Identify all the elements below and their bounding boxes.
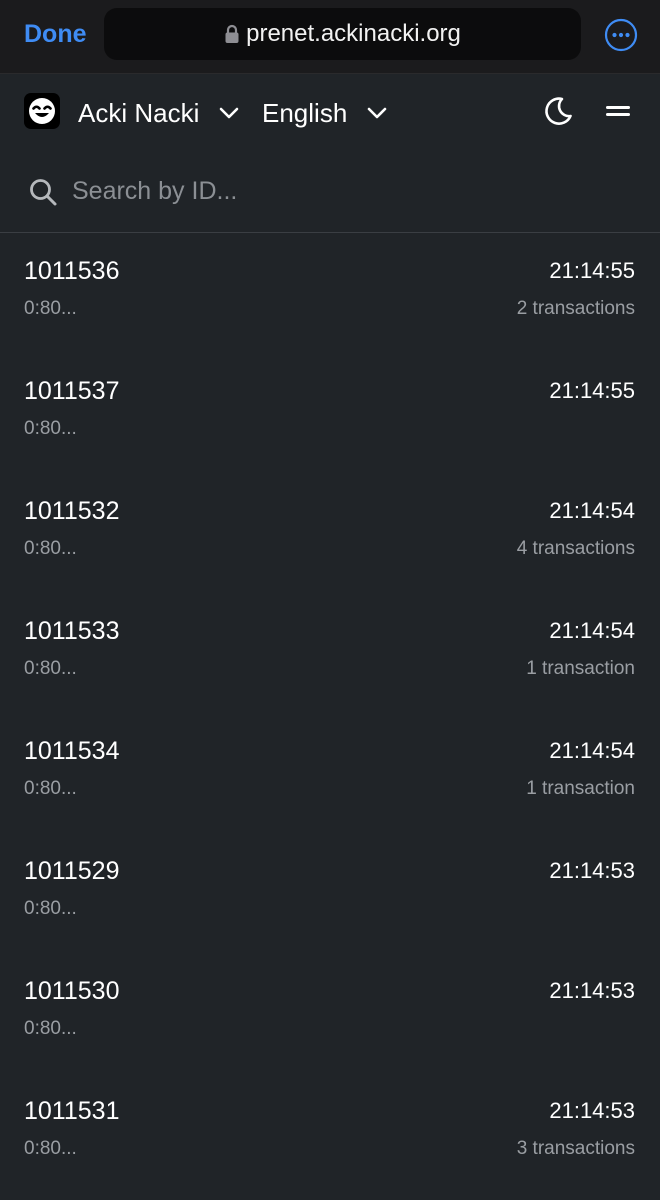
chevron-down-icon <box>367 107 387 119</box>
block-id: 1011531 <box>24 1097 120 1125</box>
more-options-icon[interactable] <box>604 18 638 52</box>
block-hash: 0:80... <box>24 778 77 799</box>
list-item[interactable]: 1011533 21:14:54 0:80... 1 transaction <box>0 594 660 714</box>
block-hash: 0:80... <box>24 538 77 559</box>
address-bar[interactable]: prenet.ackinacki.org <box>104 8 581 60</box>
block-time: 21:14:55 <box>549 378 635 403</box>
block-time: 21:14:54 <box>549 738 635 763</box>
block-list: 1011536 21:14:55 0:80... 2 transactions … <box>0 234 660 1194</box>
site-header: Acki Nacki English <box>0 75 660 149</box>
transaction-count: 2 transactions <box>516 298 635 319</box>
block-hash: 0:80... <box>24 658 77 679</box>
network-label: Acki Nacki <box>78 97 200 128</box>
block-time: 21:14:53 <box>549 978 635 1003</box>
list-item[interactable]: 1011534 21:14:54 0:80... 1 transaction <box>0 714 660 834</box>
block-id: 1011533 <box>24 617 120 645</box>
block-hash: 0:80... <box>24 1018 77 1039</box>
transaction-count: 1 transaction <box>526 778 635 799</box>
block-id: 1011530 <box>24 977 120 1005</box>
block-id: 1011534 <box>24 737 120 765</box>
network-selector[interactable]: Acki Nacki <box>78 95 239 131</box>
block-id: 1011532 <box>24 497 120 525</box>
url-text: prenet.ackinacki.org <box>246 20 461 47</box>
language-label: English <box>262 97 348 128</box>
block-time: 21:14:53 <box>549 1098 635 1123</box>
list-item[interactable]: 1011531 21:14:53 0:80... 3 transactions <box>0 1074 660 1194</box>
language-selector[interactable]: English <box>262 95 387 131</box>
block-id: 1011537 <box>24 377 120 405</box>
transaction-count: 4 transactions <box>516 538 635 559</box>
search-bar <box>0 150 660 233</box>
search-input[interactable] <box>72 168 632 214</box>
smiley-face-icon[interactable] <box>24 93 60 129</box>
transaction-count: 3 transactions <box>516 1138 635 1159</box>
block-time: 21:14:54 <box>549 618 635 643</box>
block-time: 21:14:55 <box>549 258 635 283</box>
block-hash: 0:80... <box>24 898 77 919</box>
block-time: 21:14:53 <box>549 858 635 883</box>
block-id: 1011536 <box>24 257 120 285</box>
list-item[interactable]: 1011530 21:14:53 0:80... <box>0 954 660 1074</box>
chevron-down-icon <box>220 107 239 119</box>
list-item[interactable]: 1011536 21:14:55 0:80... 2 transactions <box>0 234 660 354</box>
moon-icon[interactable] <box>542 95 574 127</box>
transaction-count: 1 transaction <box>526 658 635 679</box>
list-item[interactable]: 1011537 21:14:55 0:80... <box>0 354 660 474</box>
block-hash: 0:80... <box>24 298 77 319</box>
block-time: 21:14:54 <box>549 498 635 523</box>
block-id: 1011529 <box>24 857 120 885</box>
search-icon <box>30 179 57 206</box>
hamburger-icon[interactable] <box>604 101 632 121</box>
browser-toolbar: Done prenet.ackinacki.org <box>0 0 660 74</box>
list-item[interactable]: 1011529 21:14:53 0:80... <box>0 834 660 954</box>
block-hash: 0:80... <box>24 1138 77 1159</box>
lock-icon <box>224 24 240 44</box>
done-button[interactable]: Done <box>24 18 87 50</box>
list-item[interactable]: 1011532 21:14:54 0:80... 4 transactions <box>0 474 660 594</box>
block-hash: 0:80... <box>24 418 77 439</box>
